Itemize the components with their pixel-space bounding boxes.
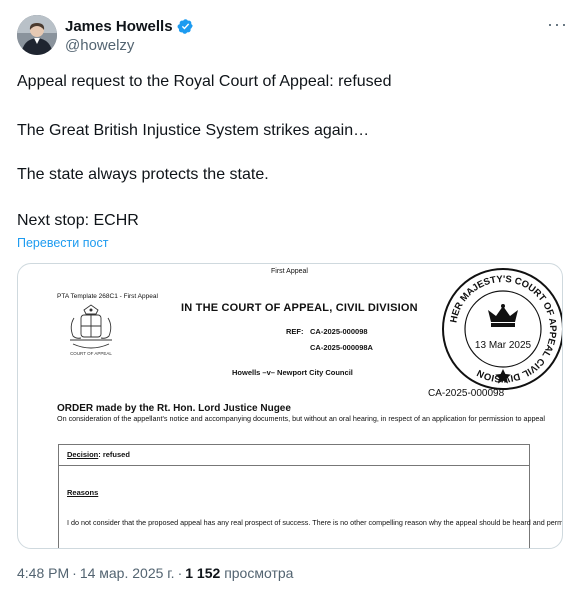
- tweet-line: The state always protects the state.: [17, 166, 269, 183]
- tweet-line: Next stop: ECHR: [17, 212, 139, 229]
- views-count[interactable]: 1 152: [185, 565, 220, 581]
- order-title: ORDER made by the Rt. Hon. Lord Justice …: [57, 403, 291, 414]
- ref-label: REF:: [286, 327, 304, 336]
- divider: [59, 465, 529, 466]
- author-name-row: James Howells: [65, 18, 194, 35]
- stamp-date: 13 Mar 2025: [475, 340, 532, 351]
- avatar[interactable]: [17, 15, 57, 55]
- author-name[interactable]: James Howells: [65, 18, 173, 35]
- author-handle[interactable]: @howelzy: [65, 37, 134, 54]
- ref-number-1: CA-2025-000098: [310, 327, 368, 336]
- pta-template-label: PTA Template 268C1 - First Appeal: [57, 293, 158, 300]
- avatar-photo-icon: [17, 15, 57, 55]
- tweet-line: Appeal request to the Royal Court of App…: [17, 73, 392, 90]
- reasons-label: Reasons: [67, 488, 99, 497]
- tweet-line: The Great British Injustice System strik…: [17, 122, 370, 139]
- tweet-meta: 4:48 PM · 14 мар. 2025 г. · 1 152 просмотра: [17, 565, 293, 581]
- first-appeal-label: First Appeal: [271, 268, 308, 275]
- tweet-time[interactable]: 4:48 PM: [17, 565, 69, 581]
- more-horizontal-icon[interactable]: ···: [547, 15, 567, 35]
- views-label: просмотра: [224, 565, 294, 581]
- decision-label: Decision: [67, 450, 99, 459]
- court-title: IN THE COURT OF APPEAL, CIVIL DIVISION: [181, 302, 418, 314]
- reasons-body: I do not consider that the proposed appe…: [67, 518, 563, 527]
- stamp-ref-number: CA-2025-000098: [428, 388, 505, 399]
- attached-image[interactable]: First Appeal PTA Template 268C1 - First …: [17, 263, 563, 549]
- verified-badge-icon: [177, 18, 194, 35]
- translate-post-link[interactable]: Перевести пост: [17, 236, 108, 250]
- crest-caption: COURT OF APPEAL: [70, 351, 112, 356]
- decision-value: : refused: [98, 450, 130, 459]
- crown-icon: [488, 304, 518, 327]
- separator-dot: ·: [177, 565, 183, 581]
- case-parties: Howells –v– Newport City Council: [232, 368, 353, 377]
- royal-crest-icon: COURT OF APPEAL: [66, 302, 116, 362]
- decision-box: Decision: refused Reasons I do not consi…: [58, 444, 563, 548]
- ref-number-2: CA-2025-000098A: [310, 343, 373, 352]
- court-seal-stamp: HER MAJESTY'S COURT OF APPEAL CIVIL DIVI…: [440, 266, 562, 392]
- separator-dot: ·: [72, 565, 77, 581]
- tweet-header: James Howells @howelzy ···: [17, 15, 567, 59]
- order-body: On consideration of the appellant's noti…: [57, 414, 546, 423]
- tweet-date[interactable]: 14 мар. 2025 г.: [80, 565, 175, 581]
- court-order-document: First Appeal PTA Template 268C1 - First …: [18, 264, 562, 548]
- decision-row: Decision: refused: [67, 450, 130, 459]
